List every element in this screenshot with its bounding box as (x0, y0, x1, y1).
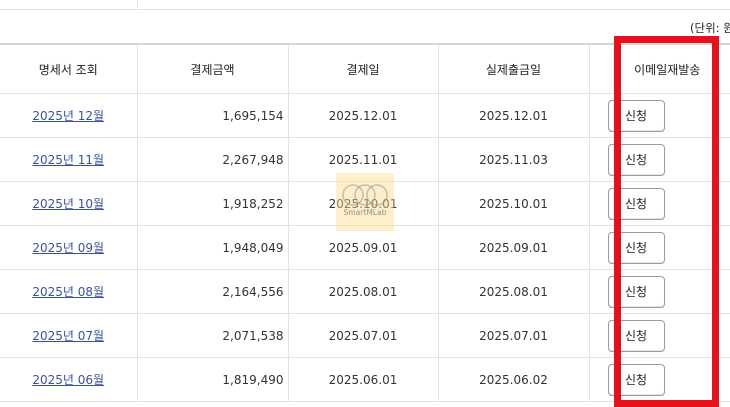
withdraw-date-cell: 2025.09.01 (438, 225, 590, 270)
table-row: 2025년 07월 2,071,538 2025.07.01 2025.07.0… (0, 313, 730, 358)
withdraw-date-cell: 2025.07.01 (438, 313, 590, 358)
col-header-email-resend: 이메일재발송 (589, 43, 730, 94)
resend-request-button[interactable]: 신청 (607, 187, 665, 220)
table-row: 2025년 12월 1,695,154 2025.12.01 2025.12.0… (0, 93, 730, 138)
col-header-pay-date: 결제일 (288, 43, 439, 94)
top-bar (0, 0, 730, 10)
col-header-amount: 결제금액 (137, 43, 289, 94)
top-bar-divider (137, 0, 138, 9)
statement-table: 명세서 조회 결제금액 결제일 실제출금일 이메일재발송 2025년 12월 1… (0, 43, 730, 402)
statement-link[interactable]: 2025년 10월 (32, 197, 104, 211)
amount-cell: 1,819,490 (137, 357, 289, 402)
unit-label: (단위: 원 (690, 21, 730, 35)
statement-link[interactable]: 2025년 06월 (32, 373, 104, 387)
statement-link[interactable]: 2025년 12월 (32, 109, 104, 123)
withdraw-date-cell: 2025.06.02 (438, 357, 590, 402)
statement-link[interactable]: 2025년 08월 (32, 285, 104, 299)
withdraw-date-cell: 2025.08.01 (438, 269, 590, 314)
table-row: 2025년 09월 1,948,049 2025.09.01 2025.09.0… (0, 225, 730, 270)
resend-request-button[interactable]: 신청 (607, 319, 665, 352)
resend-request-button[interactable]: 신청 (607, 275, 665, 308)
amount-cell: 1,918,252 (137, 181, 289, 226)
pay-date-cell: 2025.06.01 (288, 357, 439, 402)
withdraw-date-cell: 2025.12.01 (438, 93, 590, 138)
pay-date-cell: 2025.12.01 (288, 93, 439, 138)
table-row: 2025년 11월 2,267,948 2025.11.01 2025.11.0… (0, 137, 730, 182)
resend-request-button[interactable]: 신청 (607, 99, 665, 132)
pay-date-cell: 2025.07.01 (288, 313, 439, 358)
resend-request-button[interactable]: 신청 (607, 363, 665, 396)
statement-link[interactable]: 2025년 07월 (32, 329, 104, 343)
pay-date-cell: 2025.09.01 (288, 225, 439, 270)
statement-link[interactable]: 2025년 11월 (32, 153, 104, 167)
amount-cell: 1,948,049 (137, 225, 289, 270)
resend-request-button[interactable]: 신청 (607, 143, 665, 176)
statement-link[interactable]: 2025년 09월 (32, 241, 104, 255)
pay-date-cell: 2025.11.01 (288, 137, 439, 182)
withdraw-date-cell: 2025.11.03 (438, 137, 590, 182)
pay-date-cell: 2025.10.01 (288, 181, 439, 226)
amount-cell: 1,695,154 (137, 93, 289, 138)
withdraw-date-cell: 2025.10.01 (438, 181, 590, 226)
resend-request-button[interactable]: 신청 (607, 231, 665, 264)
pay-date-cell: 2025.08.01 (288, 269, 439, 314)
table-row: 2025년 06월 1,819,490 2025.06.01 2025.06.0… (0, 357, 730, 402)
table-row: 2025년 10월 1,918,252 2025.10.01 2025.10.0… (0, 181, 730, 226)
amount-cell: 2,267,948 (137, 137, 289, 182)
col-header-withdraw-date: 실제출금일 (438, 43, 590, 94)
table-row: 2025년 08월 2,164,556 2025.08.01 2025.08.0… (0, 269, 730, 314)
amount-cell: 2,164,556 (137, 269, 289, 314)
table-header-row: 명세서 조회 결제금액 결제일 실제출금일 이메일재발송 (0, 43, 730, 94)
col-header-statement: 명세서 조회 (0, 43, 138, 94)
amount-cell: 2,071,538 (137, 313, 289, 358)
